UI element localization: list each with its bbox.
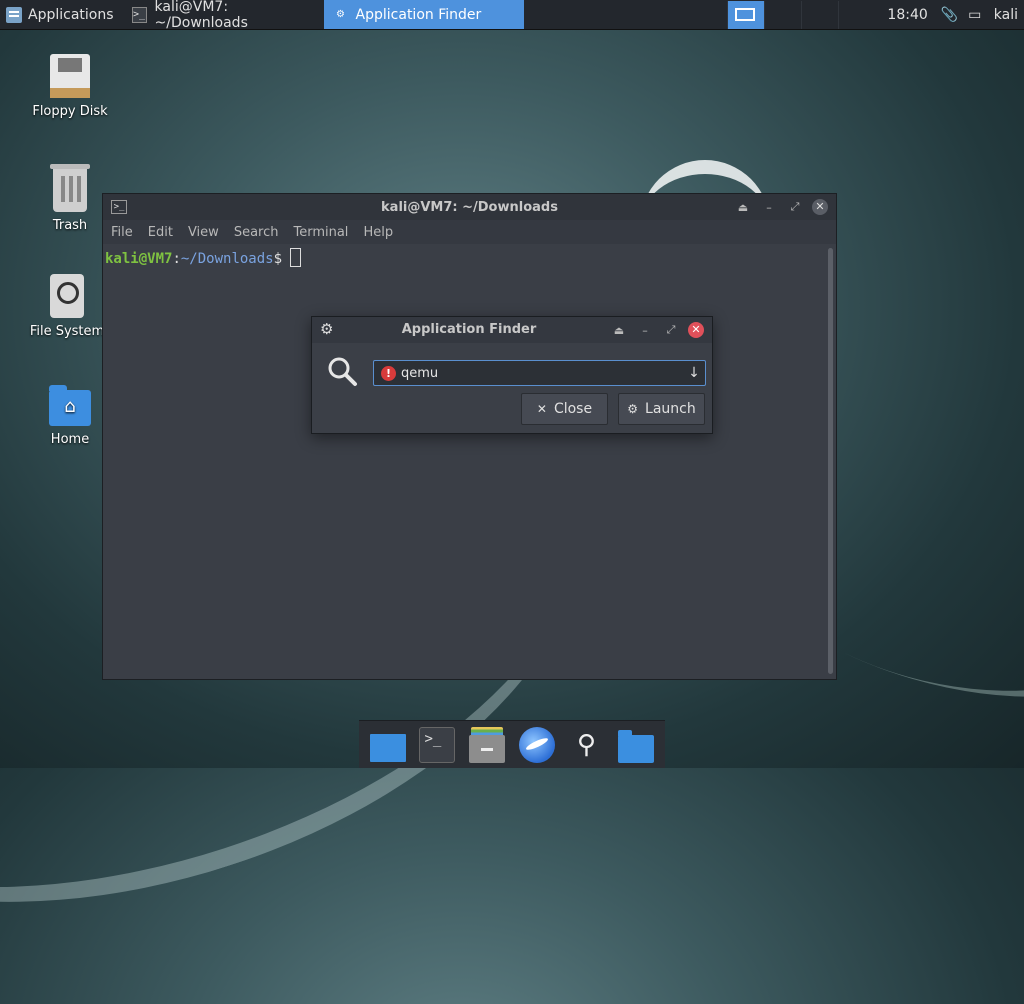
prompt-path: ~/Downloads <box>180 251 274 267</box>
close-button[interactable]: ✕ <box>688 322 704 338</box>
close-button[interactable]: ✕ <box>812 199 828 215</box>
terminal-titlebar[interactable]: >_ kali@VM7: ~/Downloads ⏏ – ⤢ ✕ <box>103 194 836 220</box>
web-browser-icon[interactable] <box>518 726 555 763</box>
prompt-symbol: $ <box>273 251 283 267</box>
workspace-switcher[interactable] <box>727 0 875 29</box>
terminal-icon: >_ <box>131 6 147 23</box>
shade-button[interactable]: ⏏ <box>730 201 756 214</box>
prompt-colon: : <box>172 251 181 267</box>
terminal-content[interactable]: kali@VM7:~/Downloads$ <box>103 244 836 271</box>
minimize-button[interactable]: – <box>632 324 658 337</box>
taskbar-item-terminal[interactable]: >_ kali@VM7: ~/Downloads <box>122 0 324 31</box>
user-menu[interactable]: kali <box>988 7 1024 23</box>
menu-help[interactable]: Help <box>363 225 393 240</box>
window-title: Application Finder <box>401 322 537 337</box>
expand-arrow-icon[interactable]: ↓ <box>683 365 705 381</box>
menu-terminal[interactable]: Terminal <box>293 225 348 240</box>
clock[interactable]: 18:40 <box>875 7 935 23</box>
workspace-2[interactable] <box>764 0 801 29</box>
launch-button-label: Launch <box>645 401 696 417</box>
show-desktop-icon[interactable] <box>369 733 406 762</box>
application-finder-dialog[interactable]: ⚙ Application Finder ⏏ – ⤢ ✕ ! ↓ ✕ Close… <box>311 316 713 434</box>
maximize-button[interactable]: ⤢ <box>658 323 684 337</box>
desktop-icon-floppy-disk[interactable]: Floppy Disk <box>25 54 115 119</box>
menu-view[interactable]: View <box>188 225 219 240</box>
finder-titlebar[interactable]: ⚙ Application Finder ⏏ – ⤢ ✕ <box>312 317 712 343</box>
search-icon <box>328 357 357 386</box>
top-panel: Applications >_ kali@VM7: ~/Downloads ⚙ … <box>0 0 1024 31</box>
launch-gear-icon: ⚙ <box>627 402 639 416</box>
close-dialog-button[interactable]: ✕ Close <box>521 393 608 425</box>
launch-button[interactable]: ⚙ Launch <box>618 393 705 425</box>
taskbar-item-label: Application Finder <box>355 6 482 23</box>
gear-icon: ⚙ <box>336 8 346 20</box>
prompt-user: kali@VM7 <box>105 251 173 267</box>
close-button-label: Close <box>553 401 593 417</box>
desktop-icon-label: Floppy Disk <box>32 104 108 119</box>
workspace-1[interactable] <box>727 0 765 29</box>
folder-icon[interactable] <box>618 729 655 763</box>
desktop-icon-label: Home <box>50 432 90 447</box>
workspace-3[interactable] <box>801 0 838 29</box>
applications-menu-icon <box>6 6 22 23</box>
workspace-4[interactable] <box>838 0 875 29</box>
home-folder-icon <box>49 385 91 426</box>
close-icon: ✕ <box>536 402 547 416</box>
applications-menu-button[interactable]: Applications <box>0 0 122 29</box>
minimize-button[interactable]: – <box>756 201 782 214</box>
floppy-disk-icon <box>50 54 90 98</box>
terminal-scrollbar[interactable] <box>828 248 833 674</box>
trash-icon <box>50 164 90 212</box>
search-field[interactable]: ! ↓ <box>373 360 706 386</box>
desktop-icon-label: Trash <box>52 218 88 233</box>
window-title: kali@VM7: ~/Downloads <box>381 199 558 215</box>
terminal-window[interactable]: >_ kali@VM7: ~/Downloads ⏏ – ⤢ ✕ File Ed… <box>102 193 837 680</box>
maximize-button[interactable]: ⤢ <box>782 200 808 214</box>
file-system-icon <box>50 274 84 318</box>
file-manager-icon[interactable] <box>469 726 506 763</box>
text-cursor <box>290 248 302 267</box>
display-icon[interactable]: ▭ <box>967 7 983 23</box>
terminal-icon[interactable]: >_ <box>419 726 456 763</box>
paperclip-icon[interactable]: 📎 <box>941 7 958 23</box>
taskbar-item-label: kali@VM7: ~/Downloads <box>154 0 248 31</box>
applications-menu-label: Applications <box>28 6 114 23</box>
desktop-icon-file-system[interactable]: File System <box>22 274 112 339</box>
shade-button[interactable]: ⏏ <box>606 324 632 337</box>
menu-file[interactable]: File <box>111 225 133 240</box>
dock: >_ ⚲ <box>359 720 665 768</box>
menu-search[interactable]: Search <box>234 225 279 240</box>
desktop-icon-label: File System <box>29 324 105 339</box>
taskbar-item-app-finder[interactable]: ⚙ Application Finder <box>323 0 524 29</box>
terminal-icon: >_ <box>111 200 127 214</box>
search-input[interactable] <box>401 365 683 381</box>
terminal-menubar: File Edit View Search Terminal Help <box>103 220 836 244</box>
error-icon: ! <box>381 365 396 381</box>
app-finder-search-icon[interactable]: ⚲ <box>568 727 604 763</box>
menu-edit[interactable]: Edit <box>148 225 173 240</box>
